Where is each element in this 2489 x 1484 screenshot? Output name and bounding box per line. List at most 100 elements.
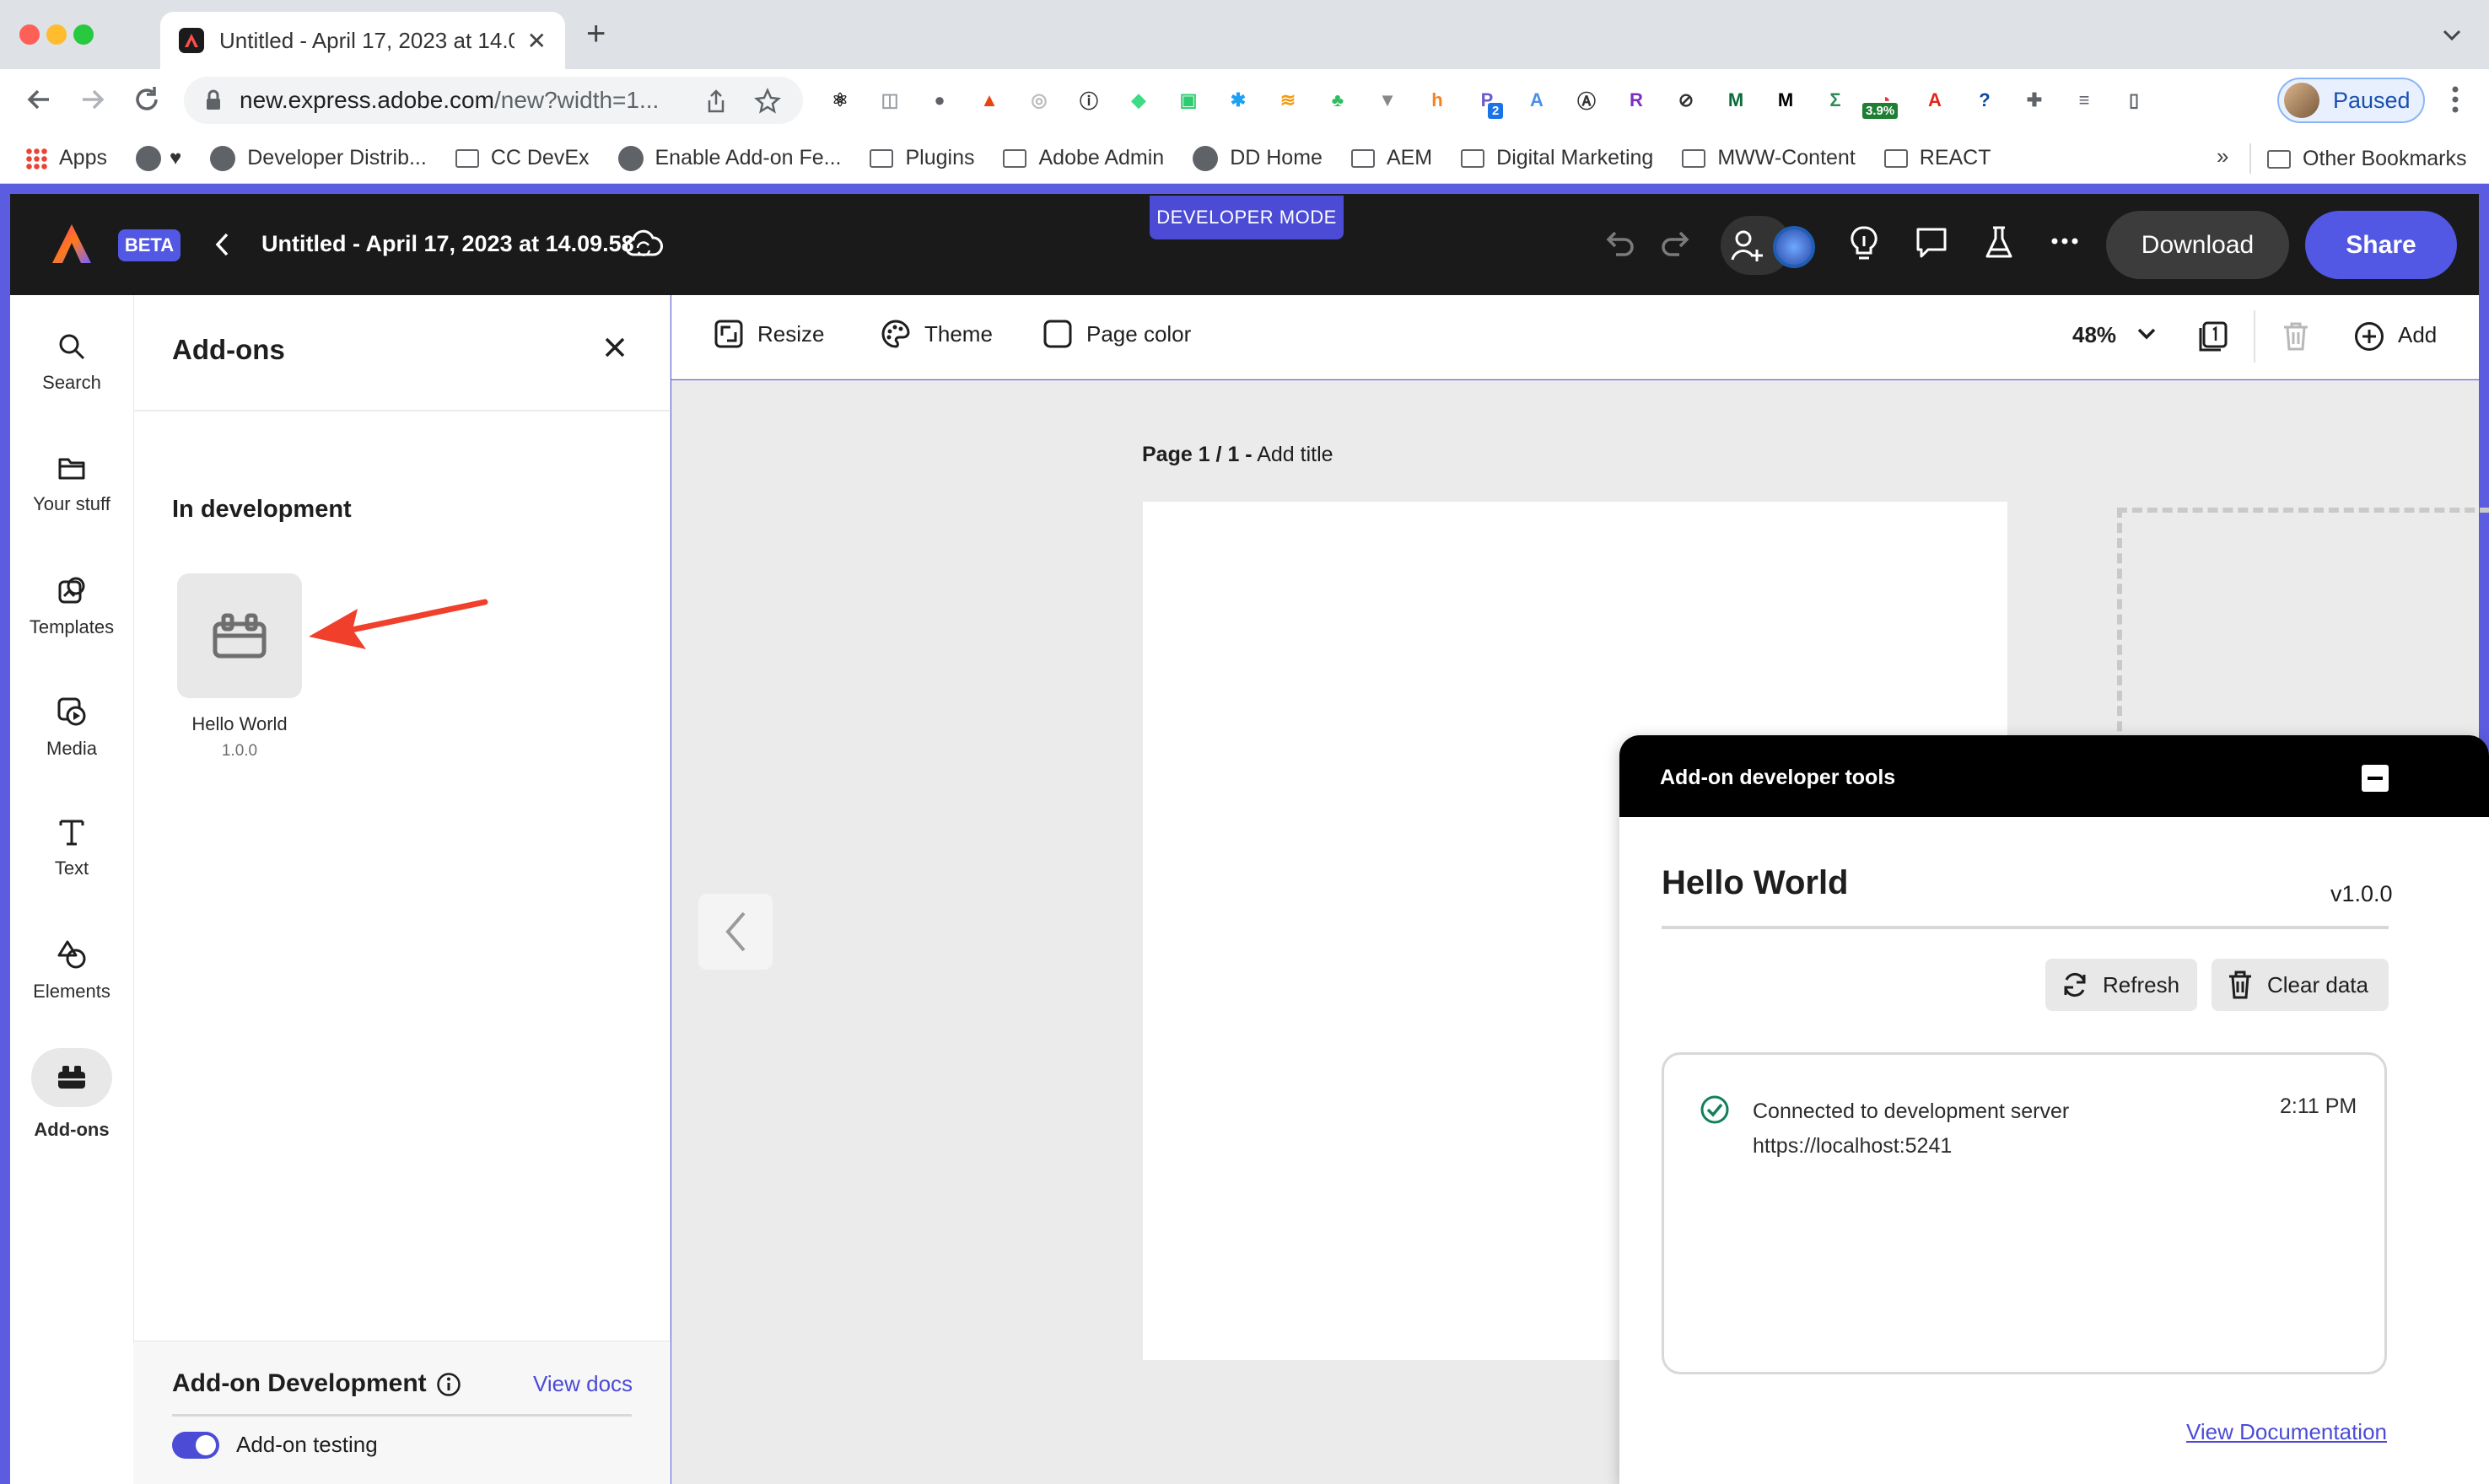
refresh-button[interactable]: Refresh [2045, 959, 2197, 1011]
gauge-icon[interactable]: ◔ 3.9% [1862, 83, 1903, 119]
rail-item-your-stuff[interactable]: Your stuff [10, 453, 133, 515]
view-docs-link[interactable]: View docs [533, 1371, 633, 1397]
adobe-icon[interactable]: A [1917, 83, 1953, 118]
collaborators-group[interactable] [1721, 216, 1815, 275]
bookmark-item[interactable]: ♥ [135, 145, 181, 171]
view-documentation-link[interactable]: View Documentation [2186, 1419, 2387, 1445]
document-title[interactable]: Untitled - April 17, 2023 at 14.09.58 [261, 231, 634, 257]
page-color-button[interactable]: Page color [1042, 319, 1191, 349]
puzzle-icon[interactable]: ✚ [2017, 83, 2052, 118]
screen-icon[interactable]: ▣ [1171, 83, 1206, 118]
bookmark-item[interactable]: AEM [1350, 146, 1432, 170]
rail-item-search[interactable]: Search [10, 331, 133, 394]
bookmark-item[interactable]: Adobe Admin [1003, 146, 1164, 170]
close-tab-icon[interactable]: ✕ [527, 27, 547, 55]
page-label[interactable]: Page 1 / 1 - Add title [1142, 443, 1333, 467]
info-icon[interactable]: ⓘ [1071, 83, 1107, 118]
a-circle-icon[interactable]: Ⓐ [1569, 83, 1604, 118]
beaker-icon[interactable] [1982, 224, 2016, 261]
bookmark-item[interactable]: CC DevEx [455, 146, 590, 170]
invite-user-icon[interactable] [1731, 228, 1764, 263]
minimize-icon[interactable] [2362, 765, 2389, 792]
clear-data-button[interactable]: Clear data [2212, 959, 2389, 1011]
bookmark-item[interactable]: MWW-Content [1682, 146, 1856, 170]
bookmark-item[interactable]: Enable Add-on Fe... [617, 145, 841, 171]
comment-icon[interactable] [1913, 224, 1950, 261]
comment-icon[interactable]: ● [922, 83, 957, 118]
new-tab-button[interactable]: + [586, 17, 606, 51]
add-title[interactable]: Add title [1253, 443, 1333, 466]
tab-search-chevron-icon[interactable] [2442, 29, 2462, 42]
bookmark-star-icon[interactable] [754, 88, 781, 115]
rail-item-text[interactable]: Text [10, 817, 133, 879]
rss-icon[interactable]: ≋ [1270, 83, 1306, 118]
bookmark-item[interactable]: Digital Marketing [1461, 146, 1653, 170]
bookmark-item[interactable]: Apps [25, 146, 107, 170]
adobe-express-logo-icon[interactable] [49, 221, 94, 266]
previous-page-button[interactable] [698, 894, 773, 970]
delete-icon[interactable] [2281, 320, 2311, 352]
sidepanel-icon[interactable]: ▯ [2116, 83, 2152, 118]
close-panel-icon[interactable] [603, 336, 627, 359]
h-icon[interactable]: h [1420, 83, 1455, 118]
target-icon[interactable]: ◎ [1021, 83, 1057, 118]
log-url: https://localhost:5241 [1753, 1134, 1953, 1158]
asterisk-icon[interactable]: ✱ [1220, 83, 1256, 118]
chat-icon[interactable]: ◫ [872, 83, 908, 118]
bookmark-item[interactable]: DD Home [1193, 145, 1323, 171]
rail-item-elements[interactable]: Elements [10, 938, 133, 1003]
maximize-window-button[interactable] [73, 24, 94, 45]
collaborator-avatar[interactable] [1773, 226, 1815, 268]
address-bar[interactable]: new.express.adobe.com/new?width=1... [184, 77, 803, 124]
media-icon[interactable]: ≡ [2066, 83, 2102, 118]
android-icon[interactable]: ◆ [1121, 83, 1156, 118]
info-icon[interactable] [435, 1371, 462, 1398]
more-options-icon[interactable] [2050, 236, 2080, 246]
reload-icon[interactable] [132, 84, 162, 115]
rail-item-addons[interactable]: Add-ons [10, 1048, 133, 1141]
evernote-icon[interactable]: ♣ [1320, 83, 1355, 118]
a11y-icon[interactable]: A [1519, 83, 1554, 118]
bookmark-item[interactable]: Plugins [870, 146, 974, 170]
close-window-button[interactable] [19, 24, 40, 45]
pages-icon[interactable] [2197, 320, 2229, 352]
bookmark-item[interactable]: REACT [1883, 146, 1991, 170]
theme-button[interactable]: Theme [881, 319, 993, 349]
r-icon[interactable]: R [1619, 83, 1654, 118]
browser-tab[interactable]: Untitled - April 17, 2023 at 14.09.58 ✕ [160, 12, 565, 69]
bookmark-item[interactable]: Developer Distrib... [210, 145, 427, 171]
share-button[interactable]: Share [2305, 211, 2457, 279]
download-button[interactable]: Download [2106, 211, 2289, 279]
redo-icon[interactable] [1657, 224, 1694, 261]
rail-item-templates[interactable]: Templates [10, 574, 133, 638]
clipboard-icon[interactable]: ? [1967, 83, 2002, 118]
browser-menu-icon[interactable] [2450, 84, 2460, 115]
bookmarks-overflow-button[interactable]: » [2217, 143, 2228, 169]
add-circle-icon[interactable] [2353, 320, 2385, 352]
forward-arrow-icon[interactable] [78, 84, 108, 115]
undo-icon[interactable] [1601, 224, 1638, 261]
p-icon[interactable]: P2 [1469, 83, 1505, 119]
share-page-icon[interactable] [705, 89, 727, 114]
other-bookmarks[interactable]: Other Bookmarks [2267, 147, 2467, 171]
lock-icon[interactable]: ▲ [972, 83, 1007, 118]
back-chevron-icon[interactable] [213, 231, 231, 258]
back-arrow-icon[interactable] [24, 84, 54, 115]
minimize-window-button[interactable] [46, 24, 67, 45]
profile-button[interactable]: Paused [2277, 78, 2425, 123]
block-icon[interactable]: ⊘ [1668, 83, 1704, 118]
rail-item-media[interactable]: Media [10, 696, 133, 760]
react-icon[interactable]: ⚛ [822, 83, 858, 118]
lightbulb-icon[interactable] [1847, 224, 1881, 263]
zoom-level[interactable]: 48% [2072, 322, 2116, 348]
addon-tile-hello-world[interactable] [177, 573, 302, 698]
addon-testing-toggle[interactable] [172, 1432, 219, 1459]
vue-icon[interactable]: ▼ [1370, 83, 1405, 118]
resize-button[interactable]: Resize [714, 319, 824, 349]
zoom-chevron-down-icon[interactable] [2136, 327, 2157, 341]
m-green-icon[interactable]: M [1718, 83, 1754, 118]
addon-name[interactable]: Hello World [155, 713, 324, 735]
sigma-icon[interactable]: Σ [1818, 83, 1853, 118]
m-black-icon[interactable]: M [1768, 83, 1803, 118]
add-label[interactable]: Add [2398, 322, 2437, 348]
